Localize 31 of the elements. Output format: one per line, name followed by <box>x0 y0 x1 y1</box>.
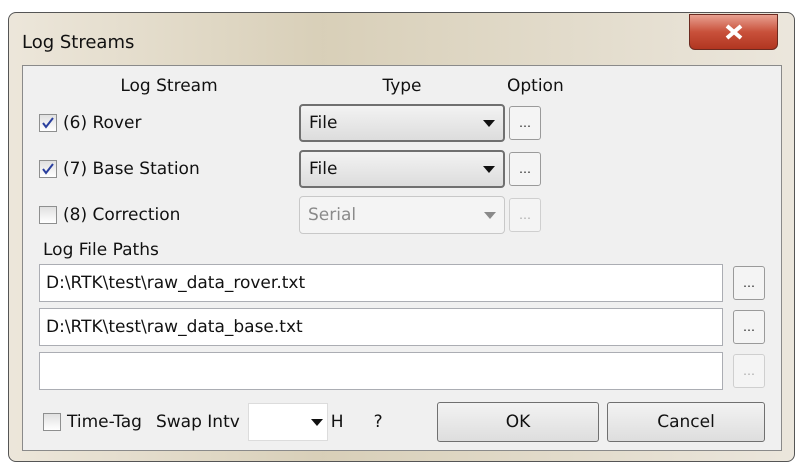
stream-label: (6) Rover <box>63 113 142 133</box>
path-field[interactable]: D:\RTK\test\raw_data_base.txt <box>39 308 723 346</box>
checkbox[interactable] <box>39 160 57 178</box>
caret-icon <box>310 418 323 426</box>
window-title: Log Streams <box>22 32 134 52</box>
type-dropdown[interactable]: File <box>299 150 505 188</box>
ok-button[interactable]: OK <box>437 402 599 442</box>
close-button[interactable] <box>689 14 778 50</box>
caret-icon <box>483 120 495 126</box>
stream-label: (7) Base Station <box>63 159 200 179</box>
option-button[interactable]: … <box>509 106 541 140</box>
swap-label: Swap Intv <box>156 412 240 432</box>
path-field[interactable]: D:\RTK\test\raw_data_rover.txt <box>39 264 723 302</box>
stream-label: (8) Correction <box>63 205 180 225</box>
cancel-button[interactable]: Cancel <box>607 402 765 442</box>
section-label: Log File Paths <box>43 240 160 260</box>
browse-button[interactable]: … <box>733 310 765 344</box>
type-dropdown[interactable]: File <box>299 104 505 142</box>
checkbox[interactable] <box>39 114 57 132</box>
help-label: ? <box>374 412 383 432</box>
browse-button[interactable]: … <box>733 266 765 300</box>
column-header: Option <box>507 76 564 96</box>
checkbox[interactable] <box>43 413 61 431</box>
path-field[interactable] <box>39 352 723 390</box>
column-header: Log Stream <box>120 76 218 96</box>
option-button[interactable]: … <box>509 152 541 186</box>
unit-label: H <box>330 412 344 432</box>
caret-icon <box>484 212 496 218</box>
time-tag-label: Time-Tag <box>67 412 142 432</box>
caret-icon <box>483 166 495 172</box>
column-header: Type <box>382 76 422 96</box>
